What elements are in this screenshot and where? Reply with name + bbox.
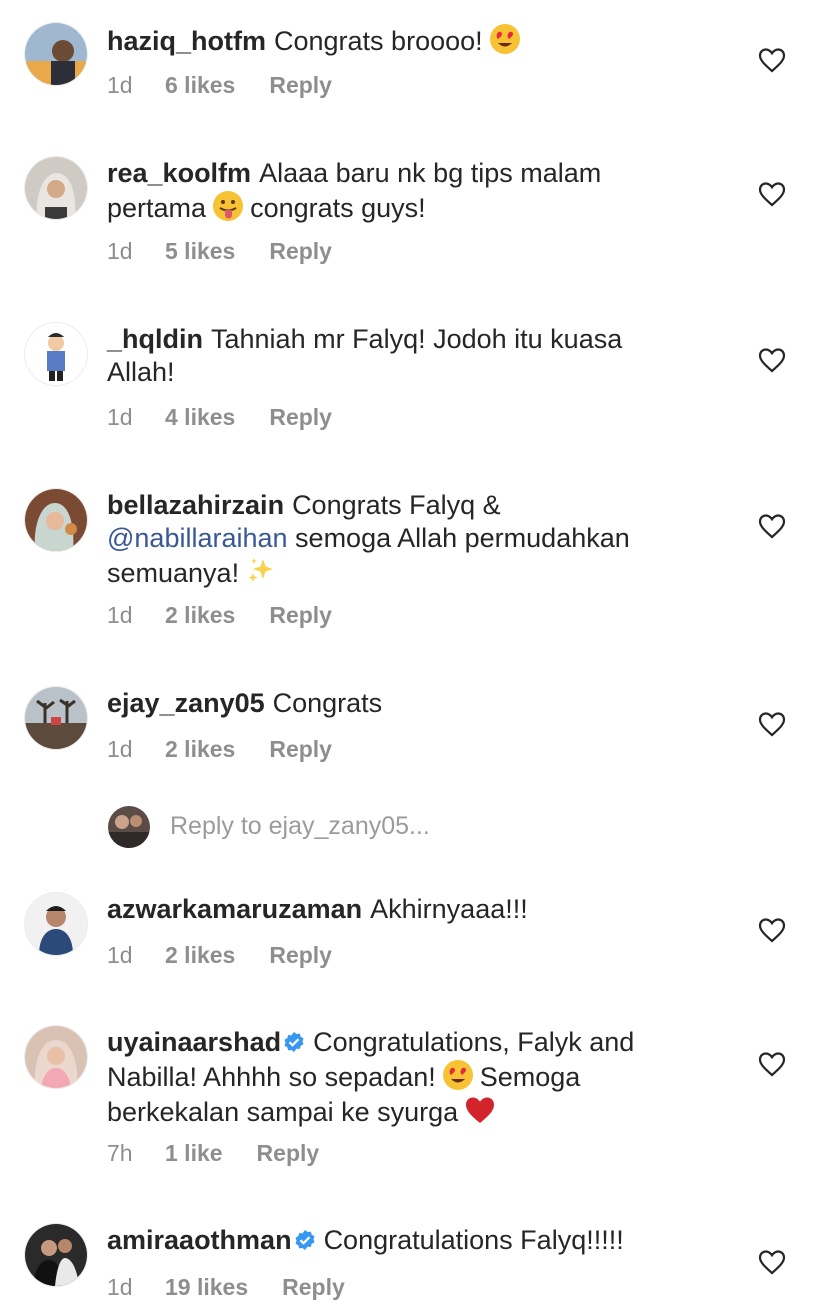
reply-button[interactable]: Reply <box>269 736 332 763</box>
avatar[interactable] <box>25 1026 87 1088</box>
comment-likes[interactable]: 6 likes <box>165 72 235 99</box>
comment-time: 1d <box>107 72 133 98</box>
comment-username[interactable]: rea_koolfm <box>107 158 251 188</box>
comment-body: Congrats Falyq & <box>292 490 501 520</box>
comment-text: haziq_hotfm Congrats broooo! <box>107 23 687 58</box>
heart-outline-icon[interactable] <box>758 917 786 943</box>
heart-outline-icon[interactable] <box>758 1051 786 1077</box>
verified-badge-icon <box>284 1032 304 1052</box>
comment-username[interactable]: ejay_zany05 <box>107 688 265 718</box>
comment-text: azwarkamaruzaman Akhirnyaaa!!! <box>107 893 687 926</box>
comment-likes[interactable]: 19 likes <box>165 1274 248 1301</box>
comment-text: amiraaothman Congratulations Falyq!!!!! <box>107 1224 687 1257</box>
comment-likes[interactable]: 1 like <box>165 1140 223 1167</box>
comment-username[interactable]: amiraaothman <box>107 1225 292 1255</box>
comment-text: bellazahirzain Congrats Falyq & @nabillar… <box>107 489 687 590</box>
reply-button[interactable]: Reply <box>269 602 332 629</box>
comment-time: 1d <box>107 602 133 628</box>
avatar[interactable] <box>25 687 87 749</box>
reply-button[interactable]: Reply <box>269 942 332 969</box>
comment-body: congrats guys! <box>250 193 426 223</box>
comment-text: ejay_zany05 Congrats <box>107 687 687 720</box>
comment-body: Congrats broooo! <box>274 26 483 56</box>
sparkles-emoji-icon <box>248 558 274 582</box>
comment-body: Congrats <box>272 688 383 718</box>
comment-time: 1d <box>107 404 133 430</box>
reply-button[interactable]: Reply <box>282 1274 345 1301</box>
heart-eyes-emoji-icon <box>489 24 520 54</box>
comment-username[interactable]: bellazahirzain <box>107 490 284 520</box>
avatar[interactable] <box>25 323 87 385</box>
comment-body: Akhirnyaaa!!! <box>370 894 528 924</box>
comment-likes[interactable]: 2 likes <box>165 736 235 763</box>
comment-meta: 1d 19 likes Reply <box>107 1274 345 1301</box>
comment-meta: 1d 2 likes Reply <box>107 736 332 763</box>
comment-time: 1d <box>107 736 133 762</box>
heart-outline-icon[interactable] <box>758 513 786 539</box>
comment-likes[interactable]: 4 likes <box>165 404 235 431</box>
comment-username[interactable]: azwarkamaruzaman <box>107 894 362 924</box>
reply-button[interactable]: Reply <box>257 1140 320 1167</box>
comment-text: rea_koolfm Alaaa baru nk bg tips malam pe… <box>107 157 687 225</box>
heart-outline-icon[interactable] <box>758 47 786 73</box>
avatar[interactable] <box>25 489 87 551</box>
comment-meta: 1d 5 likes Reply <box>107 238 332 265</box>
comment-username[interactable]: uyainaarshad <box>107 1027 281 1057</box>
comment-body: Congratulations Falyq!!!!! <box>323 1225 624 1255</box>
heart-outline-icon[interactable] <box>758 1249 786 1275</box>
comment-meta: 1d 2 likes Reply <box>107 942 332 969</box>
avatar <box>108 806 150 848</box>
comment-username[interactable]: haziq_hotfm <box>107 26 266 56</box>
reply-placeholder[interactable]: Reply to ejay_zany05... <box>170 812 430 841</box>
mention-link[interactable]: @nabillaraihan <box>107 523 288 553</box>
comment-time: 1d <box>107 942 133 968</box>
reply-button[interactable]: Reply <box>269 404 332 431</box>
heart-outline-icon[interactable] <box>758 181 786 207</box>
comment-meta: 1d 4 likes Reply <box>107 404 332 431</box>
comment-text: _hqldin Tahniah mr Falyq! Jodoh itu kuasa… <box>107 323 687 389</box>
reply-button[interactable]: Reply <box>269 238 332 265</box>
comment-likes[interactable]: 2 likes <box>165 602 235 629</box>
comment-username[interactable]: _hqldin <box>107 324 203 354</box>
comment-likes[interactable]: 5 likes <box>165 238 235 265</box>
comment-time: 1d <box>107 238 133 264</box>
comment-meta: 1d 2 likes Reply <box>107 602 332 629</box>
tongue-out-emoji-icon <box>213 191 244 221</box>
comment-text: uyainaarshad Congratulations, Falyk and N… <box>107 1026 687 1129</box>
heart-outline-icon[interactable] <box>758 347 786 373</box>
avatar[interactable] <box>25 893 87 955</box>
comment-likes[interactable]: 2 likes <box>165 942 235 969</box>
avatar[interactable] <box>25 23 87 85</box>
avatar[interactable] <box>25 1224 87 1286</box>
reply-button[interactable]: Reply <box>269 72 332 99</box>
comment-meta: 1d 6 likes Reply <box>107 72 332 99</box>
avatar[interactable] <box>25 157 87 219</box>
comment-time: 7h <box>107 1140 133 1166</box>
red-heart-emoji-icon <box>466 1097 495 1123</box>
reply-input[interactable]: Reply to ejay_zany05... <box>108 806 708 850</box>
heart-outline-icon[interactable] <box>758 711 786 737</box>
verified-badge-icon <box>295 1230 315 1250</box>
heart-eyes-emoji-icon <box>442 1060 473 1090</box>
comment-meta: 7h 1 like Reply <box>107 1140 319 1167</box>
comment-time: 1d <box>107 1274 133 1300</box>
